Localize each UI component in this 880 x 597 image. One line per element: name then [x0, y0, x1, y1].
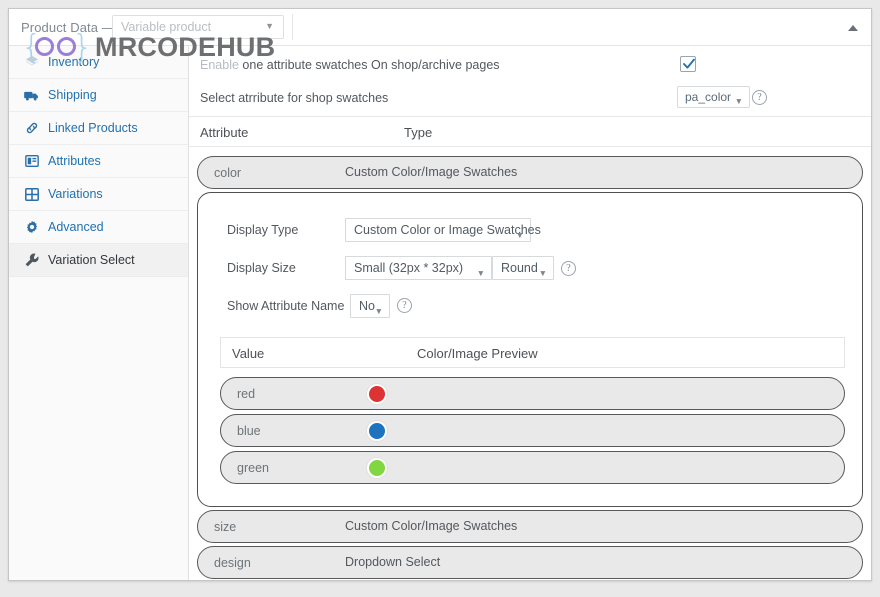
sidebar-item-linked-products[interactable]: Linked Products [9, 112, 188, 145]
sidebar-item-label: Attributes [48, 154, 101, 168]
question-mark-icon[interactable]: ? [752, 90, 767, 105]
accordion-attribute-name: color [214, 166, 242, 180]
chevron-down-icon: ▼ [374, 306, 383, 316]
display-size-row: Display Size Small (32px * 32px) ▼ Round… [198, 253, 862, 291]
display-shape-value: Round [501, 261, 538, 275]
question-mark-icon[interactable]: ? [561, 261, 576, 276]
sidebar-item-variations[interactable]: Variations [9, 178, 188, 211]
select-attribute-row: Select atrribute for shop swatches pa_co… [189, 82, 871, 116]
accordion-attribute-name: size [214, 520, 237, 534]
accordion-attribute-name: design [214, 556, 251, 570]
accordion-body-color: Display Type Custom Color or Image Swatc… [197, 192, 863, 507]
accordion-header-size[interactable]: size Custom Color/Image Swatches [197, 510, 863, 543]
display-type-select[interactable]: Custom Color or Image Swatches ▼ [345, 218, 541, 242]
display-size-select[interactable]: Small (32px * 32px) ▼ [345, 256, 492, 280]
product-data-panel: Product Data — Variable product ▼ { } MR… [8, 8, 872, 581]
enable-swatches-label-prefix: Enable [200, 58, 239, 72]
product-data-topbar: Product Data — Variable product ▼ [9, 9, 871, 46]
value-row-green[interactable]: green [220, 451, 845, 484]
sidebar-item-attributes[interactable]: Attributes [9, 145, 188, 178]
enable-swatches-label-rest: one attribute swatches On shop/archive p… [242, 58, 500, 72]
value-table-header: Value Color/Image Preview [220, 337, 845, 368]
accordion-header-design[interactable]: design Dropdown Select [197, 546, 863, 579]
caret-up-icon[interactable] [846, 22, 860, 34]
inventory-icon [23, 55, 40, 69]
accordion-attribute-type: Custom Color/Image Swatches [345, 519, 518, 533]
color-swatch-preview[interactable] [367, 384, 387, 404]
value-name: blue [237, 424, 261, 438]
value-row-blue[interactable]: blue [220, 414, 845, 447]
sidebar-item-label: Inventory [48, 55, 100, 69]
sidebar-item-inventory[interactable]: Inventory [9, 46, 188, 79]
attribute-table-header: Attribute Type [189, 116, 871, 147]
product-type-value: Variable product [121, 20, 212, 34]
toolbar-divider [292, 14, 293, 40]
sidebar-item-shipping[interactable]: Shipping [9, 79, 188, 112]
accordion-attribute-type: Dropdown Select [345, 555, 441, 569]
grid-icon [23, 187, 40, 201]
enable-swatches-label: Enable one attribute swatches On shop/ar… [200, 58, 500, 72]
shipping-truck-icon [23, 88, 40, 102]
sidebar-item-advanced[interactable]: Advanced [9, 211, 188, 244]
accordion-header-color[interactable]: color Custom Color/Image Swatches [197, 156, 863, 189]
attribute-accordion-list: color Custom Color/Image Swatches Displa… [189, 147, 871, 579]
display-type-label: Display Type [227, 223, 299, 237]
question-mark-icon[interactable]: ? [397, 298, 412, 313]
value-name: green [237, 461, 269, 475]
chevron-down-icon: ▼ [515, 230, 524, 240]
show-attribute-name-value: No [359, 299, 375, 313]
sidebar-item-label: Variations [48, 187, 103, 201]
column-header-attribute: Attribute [200, 125, 249, 140]
accordion-attribute-type: Custom Color/Image Swatches [345, 165, 518, 179]
display-size-value: Small (32px * 32px) [354, 261, 464, 275]
display-type-value: Custom Color or Image Swatches [354, 223, 541, 237]
link-icon [23, 121, 40, 135]
page-root: Product Data — Variable product ▼ { } MR… [0, 0, 880, 597]
enable-swatches-checkbox[interactable] [680, 56, 696, 72]
gear-icon [23, 220, 40, 234]
chevron-down-icon: ▼ [734, 96, 744, 106]
shop-swatch-attribute-select[interactable]: pa_color ▼ [677, 86, 751, 108]
sidebar-item-label: Variation Select [48, 253, 135, 267]
attributes-icon [23, 154, 40, 168]
sidebar-item-variation-select[interactable]: Variation Select [9, 244, 188, 277]
product-type-select[interactable]: Variable product ▼ [112, 15, 284, 39]
show-attribute-name-select[interactable]: No ▼ [350, 294, 390, 318]
chevron-down-icon: ▼ [265, 21, 274, 31]
color-swatch-preview[interactable] [367, 458, 387, 478]
sidebar-item-label: Linked Products [48, 121, 138, 135]
display-size-label: Display Size [227, 261, 296, 275]
column-header-value: Value [232, 346, 265, 361]
value-row-red[interactable]: red [220, 377, 845, 410]
sidebar-item-label: Advanced [48, 220, 104, 234]
wrench-icon [23, 253, 40, 267]
variation-select-content: Enable one attribute swatches On shop/ar… [189, 46, 871, 580]
display-type-row: Display Type Custom Color or Image Swatc… [198, 215, 862, 253]
select-attribute-label: Select atrribute for shop swatches [200, 91, 389, 105]
column-header-preview: Color/Image Preview [417, 346, 538, 361]
sidebar-item-label: Shipping [48, 88, 97, 102]
column-header-type: Type [404, 125, 433, 140]
page-title: Product Data — [21, 20, 115, 35]
display-shape-select[interactable]: Round ▼ [492, 256, 554, 280]
chevron-down-icon: ▼ [476, 268, 485, 278]
product-data-sidebar: Inventory Shipping Linked Products Attri… [9, 46, 189, 580]
show-attribute-name-label: Show Attribute Name [227, 299, 345, 313]
value-row-list: red blue green [220, 377, 845, 484]
show-attribute-name-row: Show Attribute Name No ▼ ? [198, 291, 862, 329]
value-name: red [237, 387, 256, 401]
chevron-down-icon: ▼ [538, 268, 547, 278]
enable-swatches-row: Enable one attribute swatches On shop/ar… [189, 46, 871, 82]
shop-swatch-attribute-value: pa_color [685, 90, 732, 104]
color-swatch-preview[interactable] [367, 421, 387, 441]
